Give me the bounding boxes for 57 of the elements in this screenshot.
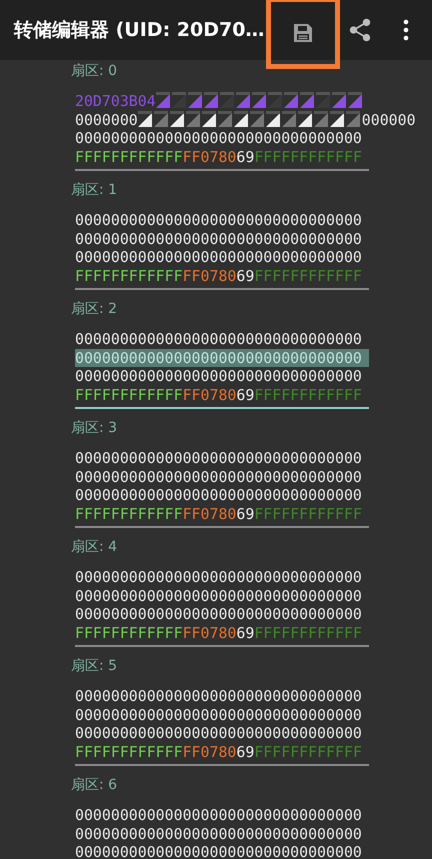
data-block-row[interactable]: 00000000000000000000000000000000 (75, 367, 369, 386)
data-block-row[interactable]: 00000000000000000000000000000000 (75, 230, 369, 248)
key-a-text: FFFFFFFFFFFF (75, 148, 183, 166)
toolbar-title: 转储编辑器 (UID: 20D70… (14, 18, 266, 43)
key-a-text: FFFFFFFFFFFF (75, 742, 183, 761)
more-icon (402, 19, 410, 41)
access-bits-text: FF0780 (182, 148, 236, 166)
data-block-row[interactable]: 00000000000000000000000000000000 (75, 211, 369, 230)
data-block-row[interactable]: 00000000000000000000000000000000 (75, 843, 369, 859)
data-block-text: 0000000 (75, 110, 138, 129)
access-bits-text: FF0780 (182, 504, 236, 523)
data-block-row[interactable]: 00000000000000000000000000000000 (75, 486, 369, 504)
key-a-text: FFFFFFFFFFFF (75, 504, 183, 523)
data-block-row[interactable]: 00000000000000000000000000000000 (75, 687, 369, 706)
access-bits-text: FF0780 (182, 386, 236, 404)
data-block-row[interactable]: 00000000000000000000000000000000 (75, 248, 369, 266)
data-block-row[interactable]: 00000000000000000000000000000000 (75, 806, 369, 824)
data-block-row[interactable]: 00000000000000000000000000000000 (75, 724, 369, 742)
user-byte-text: 69 (236, 504, 254, 523)
save-button[interactable] (266, 0, 340, 69)
uid-block-text: 20D703B04 (75, 92, 156, 110)
key-a-text: FFFFFFFFFFFF (75, 386, 183, 404)
data-block-row[interactable]: 00000000000000000000000000000000 (75, 605, 369, 624)
data-block-row[interactable]: 00000000000000000000000000000000 (75, 468, 369, 486)
key-b-text: FFFFFFFFFFFF (254, 504, 362, 523)
data-block-row[interactable]: 00000000000000000000000000000000 (75, 586, 369, 605)
save-icon (291, 21, 315, 45)
user-byte-text: 69 (236, 624, 254, 642)
data-block-row[interactable]: 00000000000000000000000000000000 (75, 568, 369, 586)
sector-label: 扇区: 5 (71, 657, 118, 675)
key-b-text: FFFFFFFFFFFF (254, 624, 362, 642)
data-block-row[interactable]: 00000000000000000000000000000000 (75, 706, 369, 724)
sector-label: 扇区: 1 (71, 181, 118, 199)
user-byte-text: 69 (236, 386, 254, 404)
key-a-text: FFFFFFFFFFFF (75, 624, 183, 642)
data-block-row[interactable]: 00000000000000000000000000000000 (75, 330, 369, 348)
sector-label: 扇区: 6 (71, 776, 118, 794)
sector-label: 扇区: 3 (71, 419, 118, 437)
data-block-row[interactable]: 00000000000000000000000000000000 (75, 129, 369, 148)
sector-label: 扇区: 0 (71, 62, 118, 80)
access-bits-text: FF0780 (182, 266, 236, 285)
sector-label: 扇区: 4 (71, 538, 118, 556)
user-byte-text: 69 (236, 266, 254, 285)
share-icon (347, 17, 373, 43)
sector-label: 扇区: 2 (71, 300, 118, 318)
key-b-text: FFFFFFFFFFFF (254, 386, 362, 404)
key-b-text: FFFFFFFFFFFF (254, 148, 362, 166)
data-block-row[interactable]: 00000000000000000000000000000000 (75, 449, 369, 468)
access-bits-text: FF0780 (182, 624, 236, 642)
key-a-text: FFFFFFFFFFFF (75, 266, 183, 285)
key-b-text: FFFFFFFFFFFF (254, 266, 362, 285)
access-bits-text: FF0780 (182, 742, 236, 761)
data-block-row[interactable]: 00000000000000000000000000000000 (75, 824, 369, 843)
key-b-text: FFFFFFFFFFFF (254, 742, 362, 761)
data-block-text: 000000 (362, 110, 416, 129)
user-byte-text: 69 (236, 148, 254, 166)
user-byte-text: 69 (236, 742, 254, 761)
